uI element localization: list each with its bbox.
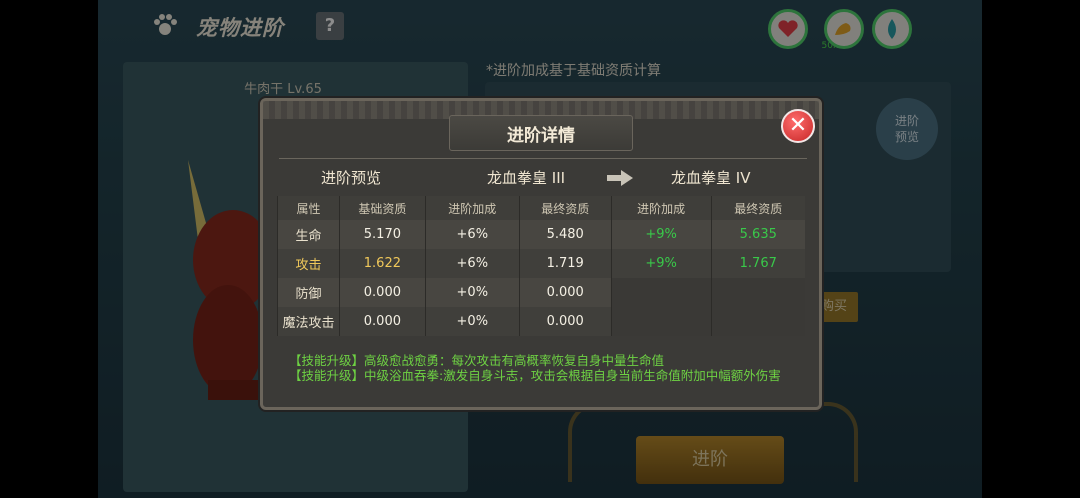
base-cell: 1.622	[338, 249, 426, 278]
preview-label: 进阶预览	[321, 169, 382, 187]
strength-status-button[interactable]	[824, 9, 864, 49]
left-letterbox	[0, 0, 98, 498]
stage-row: 进阶预览 龙血拳皇 III 龙血拳皇 IV	[263, 167, 819, 191]
wifi-icon	[824, 25, 844, 38]
advance-note: *进阶加成基于基础资质计算	[486, 63, 661, 79]
final-cell: 5.480	[518, 220, 612, 249]
next-final-cell	[710, 278, 805, 307]
column-header: 最终资质	[710, 196, 805, 220]
table-row: 防御 0.000 +0% 0.000	[277, 278, 805, 307]
page-title: 宠物进阶	[196, 16, 284, 40]
final-cell: 1.719	[518, 249, 612, 278]
next-stage: 龙血拳皇 IV	[671, 169, 751, 187]
health-status-button[interactable]	[768, 9, 808, 49]
close-modal-button[interactable]: ✕	[781, 109, 815, 143]
next-final-cell: 1.767	[710, 249, 805, 278]
right-letterbox	[982, 0, 1080, 498]
table-header-row: 属性 基础资质 进阶加成 最终资质 进阶加成 最终资质	[277, 196, 805, 220]
modal-title: 进阶详情	[507, 126, 575, 146]
skill-upgrade-list: 【技能升级】高级愈战愈勇：每次攻击有高概率恢复自身中量生命值 【技能升级】中级浴…	[289, 353, 809, 383]
droplet-icon	[888, 19, 896, 39]
next-bonus-cell: +9%	[610, 220, 712, 249]
next-bonus-cell: +9%	[610, 249, 712, 278]
advance-detail-modal: 进阶详情 ✕ 进阶预览 龙血拳皇 III 龙血拳皇 IV 属性 基础资质 进阶加…	[260, 98, 822, 410]
bonus-cell: +0%	[424, 307, 520, 336]
bonus-cell: +0%	[424, 278, 520, 307]
column-header: 进阶加成	[424, 196, 520, 220]
paw-icon	[154, 14, 177, 35]
column-header: 最终资质	[518, 196, 612, 220]
table-row: 攻击 1.622 +6% 1.719 +9% 1.767	[277, 249, 805, 278]
current-stage: 龙血拳皇 III	[487, 169, 566, 187]
attr-cell: 攻击	[277, 249, 340, 278]
attr-cell: 生命	[277, 220, 340, 249]
skill-upgrade-text: 【技能升级】高级愈战愈勇：每次攻击有高概率恢复自身中量生命值	[289, 353, 665, 368]
ping-text: 50ms	[821, 41, 847, 51]
water-status-button[interactable]	[872, 9, 912, 49]
advance-button[interactable]: 进阶	[636, 436, 784, 484]
next-bonus-cell	[610, 307, 712, 336]
advance-frame	[568, 402, 858, 482]
bonus-cell: +6%	[424, 249, 520, 278]
attr-cell: 魔法攻击	[277, 307, 340, 336]
table-row: 魔法攻击 0.000 +0% 0.000	[277, 307, 805, 336]
next-final-cell: 5.635	[710, 220, 805, 249]
pet-name-level: 牛肉干 Lv.65	[244, 82, 322, 97]
advance-preview-button[interactable]: 进阶 预览	[876, 98, 938, 160]
stats-table: 属性 基础资质 进阶加成 最终资质 进阶加成 最终资质 生命 5.170 +6%…	[277, 196, 805, 336]
attr-cell: 防御	[277, 278, 340, 307]
base-cell: 0.000	[338, 307, 426, 336]
column-header: 进阶加成	[610, 196, 712, 220]
final-cell: 0.000	[518, 278, 612, 307]
column-header: 属性	[277, 196, 340, 220]
modal-divider	[279, 158, 807, 159]
base-cell: 5.170	[338, 220, 426, 249]
skill-upgrade-text: 【技能升级】中级浴血吞拳:激发自身斗志，攻击会根据自身当前生命值附加中幅额外伤害	[289, 368, 781, 383]
network-signal: 50ms	[816, 22, 852, 51]
heart-icon	[778, 20, 798, 37]
final-cell: 0.000	[518, 307, 612, 336]
base-cell: 0.000	[338, 278, 426, 307]
next-final-cell	[710, 307, 805, 336]
help-button[interactable]: ?	[316, 12, 344, 40]
column-header: 基础资质	[338, 196, 426, 220]
arrow-right-icon	[607, 170, 633, 186]
table-row: 生命 5.170 +6% 5.480 +9% 5.635	[277, 220, 805, 249]
next-bonus-cell	[610, 278, 712, 307]
bonus-cell: +6%	[424, 220, 520, 249]
arm-icon	[835, 23, 851, 35]
